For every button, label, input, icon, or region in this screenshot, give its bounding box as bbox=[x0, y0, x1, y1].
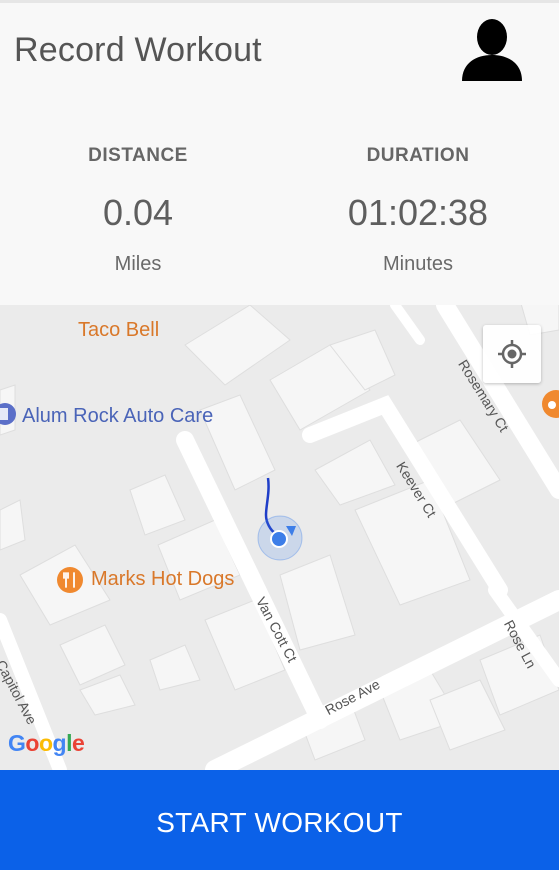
my-location-button[interactable] bbox=[483, 325, 541, 383]
my-location-icon bbox=[498, 340, 526, 368]
page-title: Record Workout bbox=[14, 31, 262, 69]
start-workout-button[interactable]: START WORKOUT bbox=[0, 770, 559, 870]
distance-unit: Miles bbox=[114, 253, 162, 275]
duration-value: 01:02:38 bbox=[347, 192, 489, 233]
poi-alum-rock-auto-care[interactable]: Alum Rock Auto Care bbox=[22, 405, 213, 428]
map-view[interactable]: Taco Bell Alum Rock Auto Care Marks Hot … bbox=[0, 305, 559, 770]
distance-value: 0.04 bbox=[102, 192, 174, 233]
distance-label: DISTANCE bbox=[88, 145, 188, 166]
workout-header: Record Workout DISTANCE 0.04 Miles DURAT… bbox=[0, 3, 559, 305]
poi-taco-bell[interactable]: Taco Bell bbox=[78, 319, 159, 342]
person-silhouette-icon[interactable] bbox=[458, 13, 526, 81]
duration-unit: Minutes bbox=[382, 253, 454, 275]
start-workout-label: START WORKOUT bbox=[156, 807, 403, 838]
poi-marks-hot-dogs[interactable]: Marks Hot Dogs bbox=[91, 568, 234, 591]
distance-stat: DISTANCE 0.04 Miles bbox=[38, 145, 238, 276]
duration-label: DURATION bbox=[366, 145, 470, 166]
duration-stat: DURATION 01:02:38 Minutes bbox=[318, 145, 518, 276]
google-attribution-logo: Google bbox=[8, 730, 85, 756]
